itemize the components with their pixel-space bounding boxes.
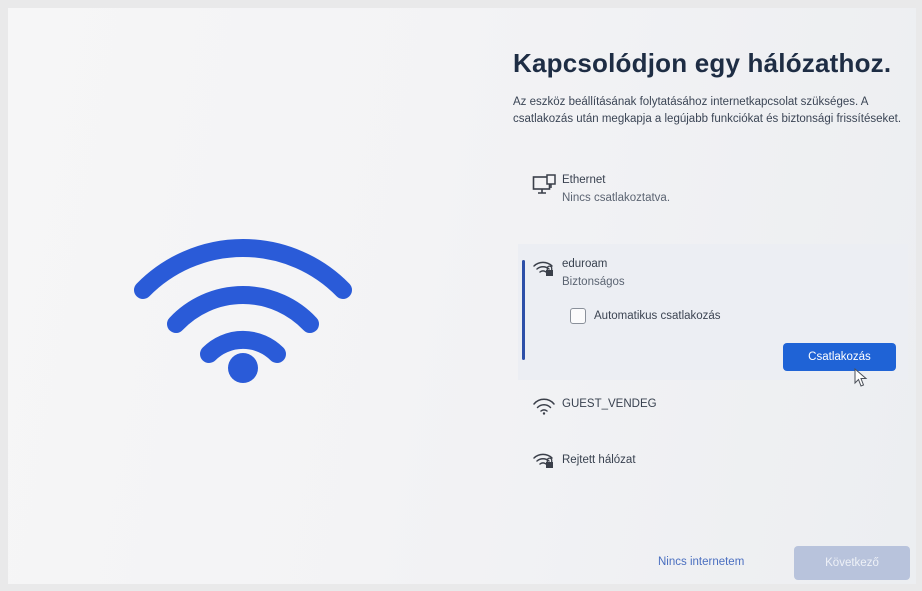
no-internet-link[interactable]: Nincs internetem bbox=[658, 556, 744, 568]
wifi-icon bbox=[533, 398, 555, 415]
network-item-eduroam[interactable]: eduroam Biztonságos Automatikus csatlako… bbox=[518, 244, 908, 387]
wifi-lock-icon bbox=[533, 261, 553, 276]
network-name: GUEST_VENDEG bbox=[562, 398, 657, 410]
network-status: Biztonságos bbox=[562, 276, 625, 288]
network-item-guest[interactable]: GUEST_VENDEG bbox=[518, 388, 908, 428]
network-name: Ethernet bbox=[562, 174, 606, 186]
connect-button[interactable]: Csatlakozás bbox=[783, 343, 896, 371]
auto-connect-checkbox[interactable]: Automatikus csatlakozás bbox=[570, 308, 721, 324]
checkbox-box[interactable] bbox=[570, 308, 586, 324]
network-name: eduroam bbox=[562, 258, 608, 270]
wifi-lock-icon bbox=[533, 453, 553, 468]
mouse-cursor-icon bbox=[854, 368, 868, 387]
network-name: Rejtett hálózat bbox=[562, 454, 636, 466]
next-button[interactable]: Következő bbox=[794, 546, 910, 580]
setup-screen: Kapcsolódjon egy hálózathoz. Az eszköz b… bbox=[8, 8, 916, 584]
network-status: Nincs csatlakoztatva. bbox=[562, 192, 671, 204]
ethernet-icon bbox=[532, 174, 556, 194]
page-title: Kapcsolódjon egy hálózathoz. bbox=[513, 48, 892, 78]
page-description: Az eszköz beállításának folytatásához in… bbox=[513, 96, 902, 125]
network-item-ethernet[interactable]: Ethernet Nincs csatlakoztatva. bbox=[518, 166, 908, 228]
auto-connect-label: Automatikus csatlakozás bbox=[594, 310, 721, 322]
wifi-hero-icon bbox=[134, 239, 352, 383]
network-item-hidden[interactable]: Rejtett hálózat bbox=[518, 444, 908, 484]
selection-indicator bbox=[522, 260, 525, 360]
